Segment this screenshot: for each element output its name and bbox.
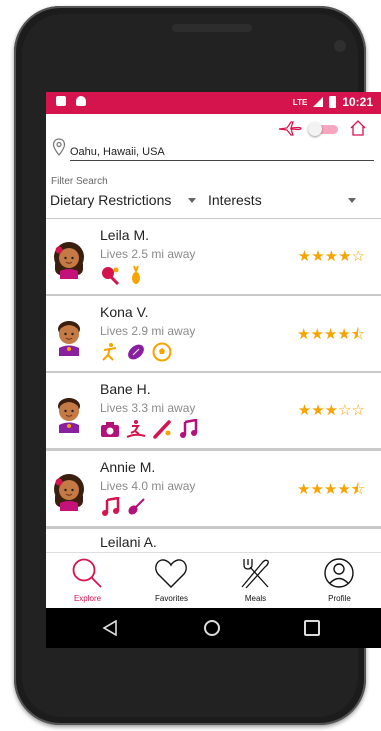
tab-label: Favorites	[155, 594, 188, 603]
home-button-icon[interactable]	[204, 620, 220, 636]
interests-caret-icon[interactable]	[348, 198, 356, 203]
clock: 10:21	[342, 95, 373, 109]
boy-avatar-icon	[58, 321, 80, 356]
football-icon	[128, 344, 144, 360]
back-icon[interactable]	[102, 620, 118, 636]
fork-knife-icon	[241, 559, 269, 589]
battery-icon	[329, 96, 337, 108]
tab-label: Meals	[244, 594, 267, 603]
host-list[interactable]: Leila M. Lives 2.5 mi away ★★★★☆ Kona V.…	[46, 218, 381, 552]
signal-icon	[313, 97, 324, 107]
home-icon[interactable]	[349, 119, 367, 137]
host-name: Leila M.	[100, 227, 150, 243]
rating-stars: ★★★★⯪	[297, 326, 365, 343]
girl-avatar-icon	[54, 242, 84, 279]
status-right: LTE 10:21	[293, 95, 373, 109]
host-card[interactable]: Bane H. Lives 3.3 mi away ★★★☆☆	[46, 373, 381, 448]
dietary-dropdown[interactable]: Dietary Restrictions	[50, 192, 171, 208]
camera-icon	[101, 422, 119, 437]
music-note-icon	[102, 497, 120, 516]
guitar-icon	[128, 498, 145, 515]
interest-icons	[100, 342, 172, 362]
interests-dropdown[interactable]: Interests	[208, 192, 262, 208]
tab-meals[interactable]: Meals	[214, 553, 297, 609]
bottom-tab-bar: Explore Favorites Meals Profile	[46, 552, 381, 608]
heart-icon	[155, 559, 187, 588]
recent-apps-icon[interactable]	[304, 620, 320, 636]
toggle-knob	[308, 122, 322, 136]
tennis-icon	[102, 267, 120, 285]
girl-avatar-icon	[54, 474, 84, 511]
host-card[interactable]: Kona V. Lives 2.9 mi away ★★★★⯪	[46, 296, 381, 371]
host-distance: Lives 2.5 mi away	[100, 247, 196, 261]
android-nav-bar	[46, 608, 381, 648]
filter-label: Filter Search	[51, 176, 108, 187]
baseball-bat-icon	[153, 420, 171, 439]
lte-label: LTE	[292, 97, 308, 107]
host-card[interactable]: Leilani A.	[46, 529, 381, 552]
location-underline	[70, 160, 374, 161]
boy-avatar-icon	[58, 398, 80, 433]
rating-stars: ★★★★⯪	[297, 481, 365, 498]
interest-icons	[100, 419, 198, 439]
interest-icons	[100, 265, 146, 285]
soccer-ball-icon	[152, 342, 172, 362]
status-bar: LTE 10:21	[46, 92, 381, 114]
airplane-icon[interactable]	[278, 120, 302, 136]
pineapple-icon	[132, 265, 140, 284]
location-input[interactable]: Oahu, Hawaii, USA	[70, 146, 165, 158]
app-screen: LTE 10:21 Oahu, Hawaii, USA Filter Searc…	[46, 92, 381, 648]
host-name: Bane H.	[100, 381, 151, 397]
music-note-icon	[180, 419, 198, 438]
sd-card-icon	[56, 96, 66, 106]
tab-label: Profile	[328, 594, 351, 603]
tab-explore[interactable]: Explore	[46, 553, 129, 609]
notification-icons	[56, 96, 86, 106]
tab-profile[interactable]: Profile	[298, 553, 381, 609]
speaker-grille	[172, 24, 252, 32]
host-name: Kona V.	[100, 304, 149, 320]
host-distance: Lives 4.0 mi away	[100, 479, 196, 493]
host-name: Leilani A.	[100, 534, 157, 550]
android-icon	[76, 96, 86, 106]
dance-icon	[102, 343, 117, 361]
host-name: Annie M.	[100, 459, 156, 475]
surfing-icon	[126, 420, 146, 438]
tab-favorites[interactable]: Favorites	[130, 553, 213, 609]
interest-icons	[100, 497, 146, 517]
host-card[interactable]: Annie M. Lives 4.0 mi away ★★★★⯪	[46, 451, 381, 526]
host-distance: Lives 3.3 mi away	[100, 401, 196, 415]
host-distance: Lives 2.9 mi away	[100, 324, 196, 338]
search-icon	[72, 558, 102, 588]
rating-stars: ★★★★☆	[297, 248, 365, 265]
host-card[interactable]: Leila M. Lives 2.5 mi away ★★★★☆	[46, 219, 381, 294]
location-pin-icon	[52, 138, 66, 156]
tab-label: Explore	[73, 594, 102, 603]
front-camera	[334, 40, 346, 52]
travel-mode-toggle[interactable]	[308, 122, 340, 136]
dietary-caret-icon[interactable]	[188, 198, 196, 203]
user-icon	[324, 558, 354, 588]
rating-stars: ★★★☆☆	[297, 402, 365, 419]
